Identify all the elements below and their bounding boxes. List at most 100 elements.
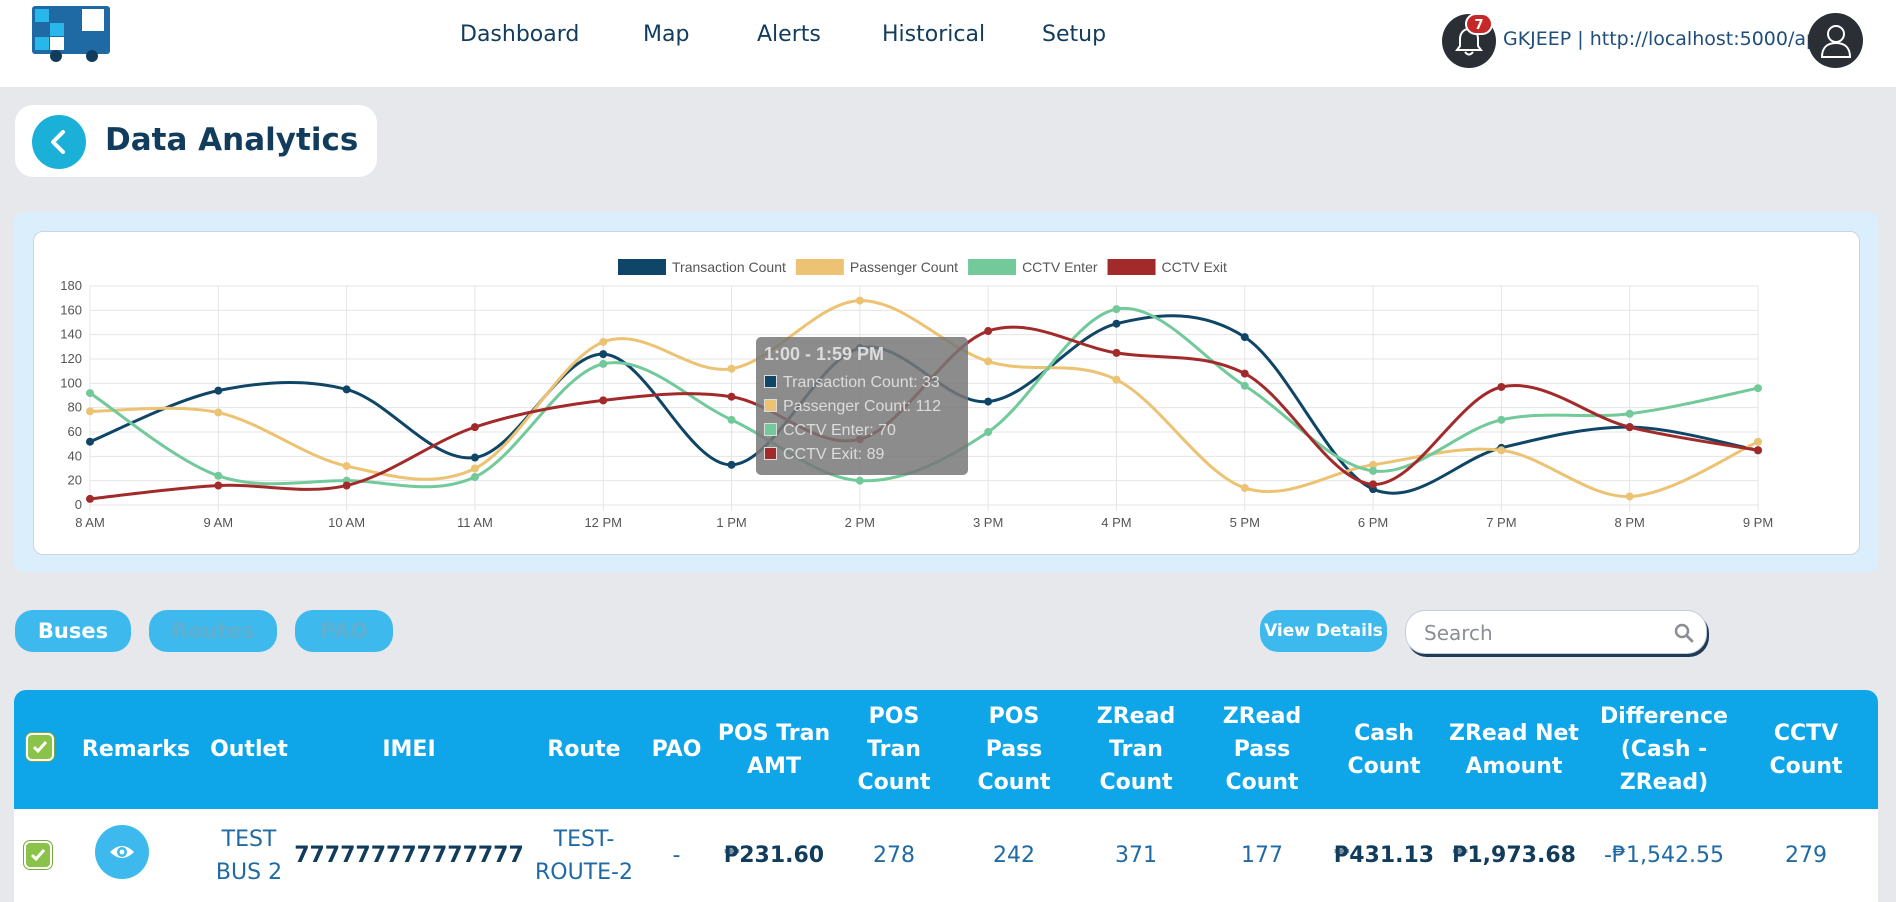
- col-header-outlet[interactable]: Outlet: [189, 690, 309, 809]
- data-point: [1240, 369, 1249, 378]
- nav-historical[interactable]: Historical: [882, 22, 985, 47]
- cell-zread-tran-count: 371: [1115, 843, 1157, 868]
- checkmark-icon: [32, 741, 48, 754]
- view-remarks-button[interactable]: [95, 825, 149, 879]
- col-header-cash-count[interactable]: Cash Count: [1324, 690, 1444, 809]
- x-tick-label: 3 PM: [973, 515, 1003, 530]
- x-tick-label: 10 AM: [328, 515, 365, 530]
- cell-pos-pass-count: 242: [993, 843, 1035, 868]
- nav-dashboard[interactable]: Dashboard: [460, 22, 579, 47]
- y-tick-label: 40: [68, 448, 82, 463]
- col-header-zread-pass-count[interactable]: ZRead Pass Count: [1202, 690, 1322, 809]
- select-all-checkbox[interactable]: [26, 733, 54, 761]
- legend-swatch: [1107, 259, 1156, 275]
- data-point: [214, 386, 223, 395]
- data-point: [342, 481, 351, 490]
- x-tick-label: 1 PM: [716, 515, 746, 530]
- nav-setup[interactable]: Setup: [1042, 22, 1106, 47]
- buses-table: Remarks Outlet IMEI Route PAO POS Tran AM…: [14, 690, 1878, 902]
- legend-label: Passenger Count: [850, 259, 958, 275]
- data-point: [1240, 483, 1249, 492]
- data-point: [86, 407, 94, 416]
- back-button[interactable]: [32, 115, 86, 169]
- user-api-label: GKJEEP | http://localhost:5000/api/: [1503, 28, 1830, 50]
- data-point: [1112, 319, 1121, 328]
- legend-label: CCTV Exit: [1162, 259, 1227, 275]
- y-tick-label: 160: [60, 302, 82, 317]
- cell-cctv-count: 279: [1785, 843, 1827, 868]
- col-header-imei[interactable]: IMEI: [309, 690, 509, 809]
- filter-buses-button[interactable]: Buses: [15, 610, 131, 652]
- data-point: [1112, 375, 1121, 384]
- col-header-zread-net-amount[interactable]: ZRead Net Amount: [1434, 690, 1594, 809]
- nav-alerts[interactable]: Alerts: [757, 22, 821, 47]
- col-header-difference[interactable]: Difference (Cash - ZRead): [1594, 690, 1734, 809]
- table-row[interactable]: TEST BUS 2 777777777777777 TEST- ROUTE-2 -…: [14, 809, 1878, 902]
- filter-routes-button[interactable]: Routes: [149, 610, 277, 652]
- cell-pos-tran-amt: ₱231.60: [723, 843, 825, 868]
- data-point: [86, 437, 94, 446]
- data-point: [855, 296, 864, 305]
- x-tick-label: 7 PM: [1486, 515, 1516, 530]
- view-details-button[interactable]: View Details: [1260, 610, 1387, 652]
- col-header-route[interactable]: Route: [524, 690, 644, 809]
- legend-label: Transaction Count: [672, 259, 786, 275]
- col-header-pos-tran-count[interactable]: POS Tran Count: [834, 690, 954, 809]
- col-header-pos-tran-amt[interactable]: POS Tran AMT: [704, 690, 844, 809]
- y-tick-label: 0: [75, 497, 82, 512]
- data-point: [86, 494, 94, 503]
- y-tick-label: 60: [68, 424, 82, 439]
- data-point: [342, 385, 351, 394]
- tooltip-label: CCTV Exit: 89: [783, 446, 885, 463]
- page-title: Data Analytics: [105, 122, 359, 158]
- nav-map[interactable]: Map: [643, 22, 689, 47]
- data-point: [599, 337, 608, 346]
- tooltip-swatch: [764, 375, 777, 388]
- col-header-remarks[interactable]: Remarks: [66, 690, 206, 809]
- x-tick-label: 5 PM: [1230, 515, 1260, 530]
- data-point: [599, 350, 608, 359]
- col-header-cctv-count[interactable]: CCTV Count: [1744, 690, 1868, 809]
- data-point: [1240, 381, 1249, 390]
- filter-pao-button[interactable]: PAO: [295, 610, 393, 652]
- col-header-zread-tran-count[interactable]: ZRead Tran Count: [1076, 690, 1196, 809]
- eye-icon: [110, 846, 134, 858]
- notification-count-badge: 7: [1465, 13, 1493, 35]
- search-icon[interactable]: [1674, 623, 1694, 643]
- data-point: [470, 423, 479, 432]
- data-point: [1369, 480, 1378, 489]
- tooltip-label: CCTV Enter: 70: [783, 422, 896, 439]
- y-tick-label: 180: [60, 278, 82, 293]
- data-point: [727, 364, 736, 373]
- table-header: Remarks Outlet IMEI Route PAO POS Tran AM…: [14, 690, 1878, 809]
- row-checkbox[interactable]: [24, 841, 52, 869]
- checkmark-icon: [30, 849, 46, 862]
- cell-pos-tran-count: 278: [873, 843, 915, 868]
- data-point: [727, 460, 736, 469]
- tooltip-label: Transaction Count: 33: [783, 374, 940, 391]
- tooltip-row: CCTV Exit: 89: [764, 446, 884, 464]
- x-tick-label: 2 PM: [845, 515, 875, 530]
- cell-outlet: TEST BUS 2: [215, 826, 283, 885]
- tooltip-title: 1:00 - 1:59 PM: [764, 344, 885, 364]
- cell-imei: 777777777777777: [294, 843, 524, 868]
- data-point: [86, 389, 94, 398]
- col-header-pos-pass-count[interactable]: POS Pass Count: [954, 690, 1074, 809]
- user-avatar-button[interactable]: [1808, 13, 1863, 68]
- data-point: [727, 392, 736, 401]
- brt-logo[interactable]: [32, 6, 112, 78]
- x-tick-label: 11 AM: [457, 515, 493, 530]
- data-point: [1625, 423, 1634, 432]
- x-tick-label: 4 PM: [1101, 515, 1131, 530]
- legend-swatch: [968, 259, 1017, 275]
- x-tick-label: 12 PM: [584, 515, 622, 530]
- y-tick-label: 80: [68, 400, 82, 415]
- data-point: [470, 473, 479, 482]
- search-input[interactable]: [1424, 619, 1664, 647]
- data-point: [342, 462, 351, 471]
- x-tick-label: 8 AM: [75, 515, 105, 530]
- tooltip-swatch: [764, 423, 777, 436]
- page-header-card: Data Analytics: [15, 105, 377, 177]
- tooltip-label: Passenger Count: 112: [783, 398, 942, 415]
- user-icon: [1820, 25, 1852, 58]
